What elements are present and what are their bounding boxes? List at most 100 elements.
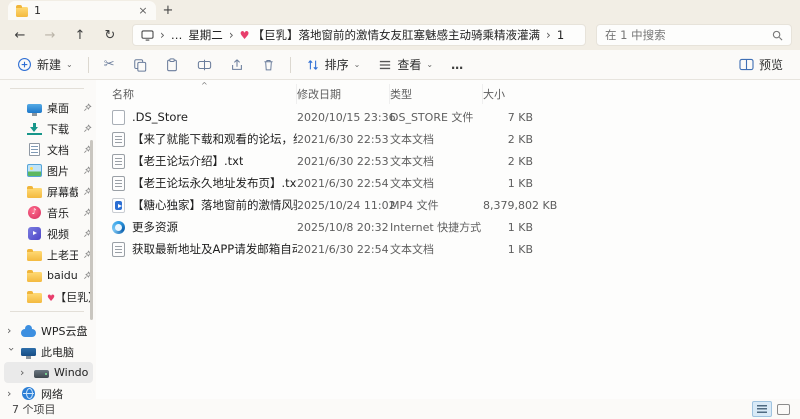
sidebar-item[interactable]: 屏幕截图	[0, 181, 96, 202]
up-button[interactable]: ↑	[66, 28, 94, 43]
back-button[interactable]: ←	[6, 28, 34, 43]
file-name: 【老王论坛永久地址发布页】.txt	[132, 176, 297, 190]
copy-button[interactable]	[126, 53, 154, 77]
file-row[interactable]: 【老王论坛永久地址发布页】.txt 2021/6/30 22:54 文本文档 1…	[96, 172, 800, 194]
navigation-bar: ← → ↑ ↻ › … 星期二 › ♥ 【巨乳】落地窗前的激情女友肛塞魅感主动骑乘…	[0, 20, 800, 50]
file-type-icon	[112, 220, 125, 235]
file-name-cell: .DS_Store	[112, 109, 297, 125]
search-icon	[772, 30, 783, 40]
sidebar-item-label: 上老王论坛当	[47, 248, 78, 262]
expand-chevron-icon[interactable]	[5, 347, 18, 356]
sort-ascending-icon: ^	[201, 81, 208, 90]
sidebar-tree-list: WPS云盘 此电脑 Windows-SSD	[0, 320, 96, 404]
sidebar-item-icon	[22, 387, 35, 400]
sidebar-pinned-list: 桌面 下载 文档 图片 屏幕截 ♪ 音乐 视频 上老王 baidu ♥【巨乳	[0, 97, 96, 307]
file-name: .DS_Store	[132, 110, 188, 124]
sidebar-item-label: 视频	[47, 227, 69, 241]
paste-button[interactable]	[158, 53, 186, 77]
file-row[interactable]: 【老王论坛介绍】.txt 2021/6/30 22:53 文本文档 2 KB	[96, 150, 800, 172]
sidebar-tree-item[interactable]: Windows-SSD	[4, 362, 93, 383]
sidebar-item[interactable]: 文档	[0, 139, 96, 160]
expand-chevron-icon[interactable]	[20, 366, 29, 379]
sidebar-item-label: 文档	[47, 143, 69, 157]
sidebar-item[interactable]: 图片	[0, 160, 96, 181]
column-header-date[interactable]: 修改日期	[297, 84, 390, 104]
file-row[interactable]: .DS_Store 2020/10/15 23:36 DS_STORE 文件 7…	[96, 106, 800, 128]
new-button[interactable]: 新建 ⌄	[10, 53, 80, 77]
sidebar-item-icon	[34, 370, 49, 378]
folder-icon	[16, 4, 28, 17]
pin-icon	[83, 124, 92, 133]
file-row[interactable]: 【糖心独家】落地窗前的激情风骚女友肛塞魅惑... 2025/10/24 11:0…	[96, 194, 800, 216]
cut-button[interactable]: ✂	[97, 53, 122, 77]
tab-close-icon[interactable]: ×	[136, 4, 150, 17]
sidebar-tree-item[interactable]: 网络	[0, 383, 96, 404]
sidebar-item[interactable]: 桌面	[0, 97, 96, 118]
file-row[interactable]: 【来了就能下载和观看的论坛，纯免费！】.txt 2021/6/30 22:53 …	[96, 128, 800, 150]
sidebar-item-label: Windows-SSD	[54, 366, 89, 379]
sidebar-item-label: baidunetdisl	[47, 269, 78, 282]
sidebar-item-label: 下载	[47, 122, 69, 136]
sidebar-item-icon	[27, 269, 42, 282]
sidebar-tree-item[interactable]: WPS云盘	[0, 320, 96, 341]
file-date-modified: 2021/6/30 22:53	[297, 154, 389, 168]
view-button[interactable]: 查看 ⌄	[371, 53, 440, 77]
content-area: 桌面 下载 文档 图片 屏幕截 ♪ 音乐 视频 上老王 baidu ♥【巨乳 ›…	[0, 80, 800, 401]
sidebar-item[interactable]: 音乐	[0, 202, 96, 223]
breadcrumb-item[interactable]: ♥ 【巨乳】落地窗前的激情女友肛塞魅感主动骑乘精液灌满	[240, 27, 540, 43]
file-row[interactable]: 更多资源 2025/10/8 20:32 Internet 快捷方式 1 KB	[96, 216, 800, 238]
file-size: 1 KB	[507, 176, 533, 190]
file-size: 1 KB	[507, 220, 533, 234]
forward-button: →	[44, 27, 56, 43]
rename-button[interactable]	[190, 53, 219, 77]
column-header-type[interactable]: 类型	[390, 84, 483, 104]
breadcrumb-overflow[interactable]: …	[171, 28, 183, 42]
chevron-down-icon: ⌄	[66, 60, 73, 69]
refresh-button[interactable]: ↻	[96, 28, 124, 43]
file-type-icon	[112, 175, 125, 191]
sidebar-item[interactable]: 下载	[0, 118, 96, 139]
address-bar[interactable]: › … 星期二 › ♥ 【巨乳】落地窗前的激情女友肛塞魅感主动骑乘精液灌满 › 1	[132, 24, 586, 46]
file-name-cell: 【老王论坛永久地址发布页】.txt	[112, 175, 297, 191]
file-name-cell: 获取最新地址及APP请发邮箱自动获取.txt	[112, 241, 297, 257]
search-box[interactable]: 在 1 中搜索	[596, 24, 792, 46]
file-rows: .DS_Store 2020/10/15 23:36 DS_STORE 文件 7…	[96, 106, 800, 260]
preview-button-label: 预览	[758, 58, 783, 72]
sidebar-item[interactable]: 上老王论坛当	[0, 244, 96, 265]
file-name: 【糖心独家】落地窗前的激情风骚女友肛塞魅惑...	[132, 198, 297, 212]
file-row[interactable]: 获取最新地址及APP请发邮箱自动获取.txt 2021/6/30 22:54 文…	[96, 238, 800, 260]
file-type: Internet 快捷方式	[390, 221, 482, 234]
sidebar-item[interactable]: baidunetdisl	[0, 265, 96, 286]
file-name: 【来了就能下载和观看的论坛，纯免费！】.txt	[132, 132, 297, 146]
chevron-down-icon: ⌄	[353, 60, 361, 69]
circle-plus-icon	[18, 58, 31, 71]
file-size: 2 KB	[507, 132, 533, 146]
new-tab-button[interactable]: +	[156, 3, 180, 20]
more-options-button[interactable]: …	[444, 53, 471, 77]
share-icon	[231, 58, 242, 70]
tab-1[interactable]: 1 ×	[8, 1, 156, 20]
sidebar-item[interactable]: ♥【巨乳】落地	[0, 286, 96, 307]
breadcrumb-item[interactable]: 星期二	[188, 27, 223, 43]
delete-button[interactable]	[255, 53, 282, 77]
details-view-button[interactable]	[752, 401, 772, 417]
sidebar-item[interactable]: 视频	[0, 223, 96, 244]
sort-button-label: 排序	[324, 58, 349, 72]
copy-icon	[133, 58, 146, 72]
new-button-label: 新建	[37, 58, 62, 72]
paste-icon	[166, 57, 177, 71]
sort-button[interactable]: 排序 ⌄	[299, 53, 368, 77]
search-placeholder: 在 1 中搜索	[605, 28, 666, 42]
expand-chevron-icon[interactable]	[7, 387, 16, 400]
sidebar-tree-item[interactable]: 此电脑	[0, 341, 96, 362]
breadcrumb-item-current[interactable]: 1	[557, 28, 564, 42]
expand-chevron-icon[interactable]	[7, 324, 16, 337]
preview-button[interactable]: 预览	[732, 53, 790, 77]
sidebar-item-icon	[28, 227, 41, 240]
large-icons-view-button[interactable]	[777, 403, 790, 415]
file-size: 1 KB	[507, 242, 533, 256]
column-header-size[interactable]: 大小	[483, 84, 543, 104]
share-button[interactable]	[223, 53, 251, 77]
file-date-modified: 2021/6/30 22:53	[297, 132, 389, 146]
sidebar-scrollbar[interactable]	[90, 140, 93, 320]
